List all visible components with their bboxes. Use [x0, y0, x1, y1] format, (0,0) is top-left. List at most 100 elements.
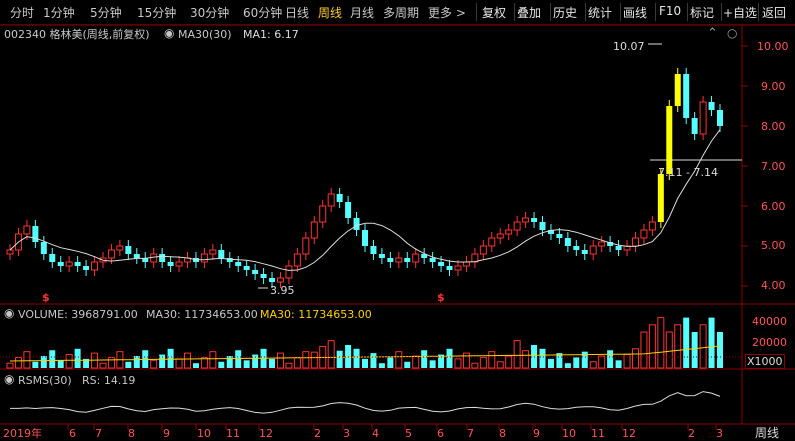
- candle-body: [6, 249, 14, 255]
- mark-button[interactable]: 标记: [690, 4, 714, 21]
- candle-body: [429, 258, 436, 262]
- tab-15min[interactable]: 15分钟: [137, 4, 176, 21]
- candle-body: [387, 258, 394, 262]
- volume-bar: [345, 344, 352, 368]
- volume-bar: [522, 350, 530, 369]
- volume-bar: [336, 350, 343, 368]
- candle-body: [395, 257, 403, 263]
- draw-line-button[interactable]: 画线: [623, 4, 647, 21]
- volume-bar: [6, 362, 14, 369]
- back-button[interactable]: 返回: [762, 4, 786, 21]
- x-tick: 9: [163, 427, 170, 440]
- history-button[interactable]: 历史: [553, 4, 577, 21]
- volume-bar: [99, 362, 107, 369]
- candle-body: [717, 110, 723, 126]
- tab-daily[interactable]: 日线: [285, 4, 309, 21]
- x-tick: 7: [95, 427, 102, 440]
- volume-ma30-value: MA30: 11734653.00: [146, 308, 258, 321]
- x-tick: 8: [499, 427, 506, 440]
- candle-body: [175, 261, 183, 267]
- ma1-value: MA1: 6.17: [243, 28, 299, 41]
- volume-bar: [691, 332, 698, 368]
- tab-more[interactable]: 更多 >: [428, 4, 466, 21]
- candle-body: [345, 202, 352, 218]
- tab-1min[interactable]: 1分钟: [43, 4, 75, 21]
- volume-bar: [32, 361, 39, 368]
- volume-bar: [395, 351, 403, 369]
- x-tick: 7: [467, 427, 474, 440]
- volume-bar: [488, 351, 496, 369]
- rsms-value: RS: 14.19: [82, 374, 136, 387]
- candle-body: [691, 118, 698, 134]
- volume-bar: [285, 362, 293, 369]
- tab-multi-period[interactable]: 多周期: [383, 4, 419, 21]
- candle-body: [49, 254, 56, 262]
- settings-icon[interactable]: ◉: [4, 373, 14, 386]
- settings-icon[interactable]: ◉: [164, 27, 174, 40]
- x-tick: 11: [591, 427, 605, 440]
- candle-body: [674, 74, 681, 106]
- volume-bar: [674, 324, 682, 369]
- x-tick: 10: [197, 427, 211, 440]
- volume-bar: [327, 340, 335, 369]
- candle-body: [65, 261, 73, 267]
- volume-bar: [276, 352, 284, 369]
- add-watchlist-button[interactable]: +自选: [723, 4, 757, 21]
- x-tick: 9: [533, 427, 540, 440]
- x-tick: 8: [128, 427, 135, 440]
- candle-body: [404, 258, 411, 262]
- fuquan-button[interactable]: 复权: [482, 4, 506, 21]
- candle-body: [454, 265, 462, 271]
- close-panel-icon[interactable]: ○: [727, 27, 737, 40]
- f10-button[interactable]: F10: [659, 4, 681, 18]
- candle-body: [32, 226, 39, 242]
- overlay-button[interactable]: 叠加: [517, 4, 541, 21]
- y-tick: 10.00: [757, 40, 789, 53]
- volume-bar: [640, 331, 648, 369]
- candle-body: [589, 245, 597, 255]
- volume-bar: [462, 352, 470, 369]
- statistics-button[interactable]: 统计: [588, 4, 612, 21]
- candle-body: [327, 193, 335, 207]
- tab-weekly[interactable]: 周线: [318, 4, 342, 21]
- volume-bar: [218, 361, 225, 368]
- tab-monthly[interactable]: 月线: [350, 4, 374, 21]
- volume-bar: [14, 356, 22, 369]
- x-tick: 3: [343, 427, 350, 440]
- collapse-icon[interactable]: ⌃: [707, 27, 718, 40]
- volume-bar: [471, 362, 479, 369]
- x-tick: 11: [226, 427, 240, 440]
- tab-fenshi[interactable]: 分时: [10, 4, 34, 21]
- y-tick: 5.00: [761, 239, 786, 252]
- x-tick: 4: [372, 427, 379, 440]
- candle-body: [252, 270, 259, 274]
- x-tick: 6: [437, 427, 444, 440]
- tab-60min[interactable]: 60分钟: [243, 4, 282, 21]
- volume-bar: [589, 361, 597, 369]
- settings-icon[interactable]: ◉: [4, 307, 14, 320]
- volume-value: VOLUME: 3968791.00: [18, 308, 138, 321]
- event-marker[interactable]: $: [42, 291, 50, 304]
- candle-body: [200, 253, 208, 263]
- toolbar-separator: [550, 3, 551, 21]
- volume-bar: [531, 344, 538, 368]
- candle-body: [260, 274, 267, 278]
- event-marker[interactable]: $: [437, 291, 445, 304]
- candle-body: [243, 266, 250, 270]
- tab-5min[interactable]: 5分钟: [90, 4, 122, 21]
- candle-body: [657, 174, 664, 222]
- volume-bar: [496, 361, 504, 369]
- volume-bar: [657, 317, 665, 369]
- candle-body: [150, 253, 158, 263]
- candle-body: [556, 234, 563, 238]
- candle-body: [310, 221, 318, 239]
- tab-30min[interactable]: 30分钟: [190, 4, 229, 21]
- volume-bar: [362, 358, 368, 368]
- volume-bar: [243, 360, 250, 368]
- volume-bar: [192, 363, 199, 368]
- price-range-annotation: 7.11 - 7.14: [658, 166, 718, 179]
- y-tick: 9.00: [761, 80, 786, 93]
- x-tick: 6: [69, 427, 76, 440]
- volume-bar: [573, 357, 580, 368]
- volume-bar: [421, 350, 428, 368]
